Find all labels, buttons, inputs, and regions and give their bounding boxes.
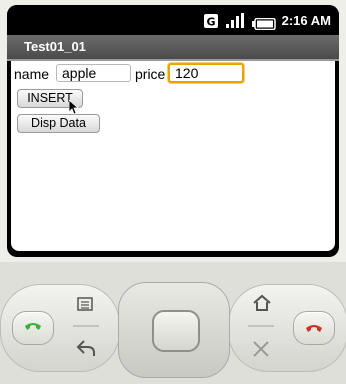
right-key-divider [248,325,274,327]
app-content: name apple price 120 INSERT Disp Data [11,61,335,251]
call-button[interactable] [12,311,54,345]
mouse-cursor-icon [68,99,80,120]
device-screen: G 2:16 AM Test01_01 name apple price 120… [7,5,339,257]
end-call-icon [304,320,324,340]
status-bar: G 2:16 AM [7,5,339,35]
battery-icon [252,15,276,34]
search-icon[interactable] [252,340,270,362]
menu-icon[interactable] [77,296,93,315]
price-field[interactable]: 120 [168,63,244,83]
price-label: price [135,66,166,82]
end-call-button[interactable] [293,311,335,345]
app-title-bar: Test01_01 [7,35,339,61]
dpad-center-button[interactable] [152,310,200,352]
home-icon[interactable] [252,294,272,316]
dpad[interactable] [118,282,230,378]
disp-data-button[interactable]: Disp Data [17,114,100,133]
app-title: Test01_01 [24,39,86,54]
hardware-keys [0,262,346,384]
signal-icon [226,13,244,32]
status-time: 2:16 AM [281,13,331,28]
name-field[interactable]: apple [56,64,131,82]
left-key-divider [73,325,99,327]
device-bezel: G 2:16 AM Test01_01 name apple price 120… [0,0,346,262]
g-network-icon: G [204,13,218,32]
name-label: name [14,66,50,82]
back-icon[interactable] [76,339,96,361]
svg-text:G: G [206,16,215,29]
call-icon [23,320,43,340]
